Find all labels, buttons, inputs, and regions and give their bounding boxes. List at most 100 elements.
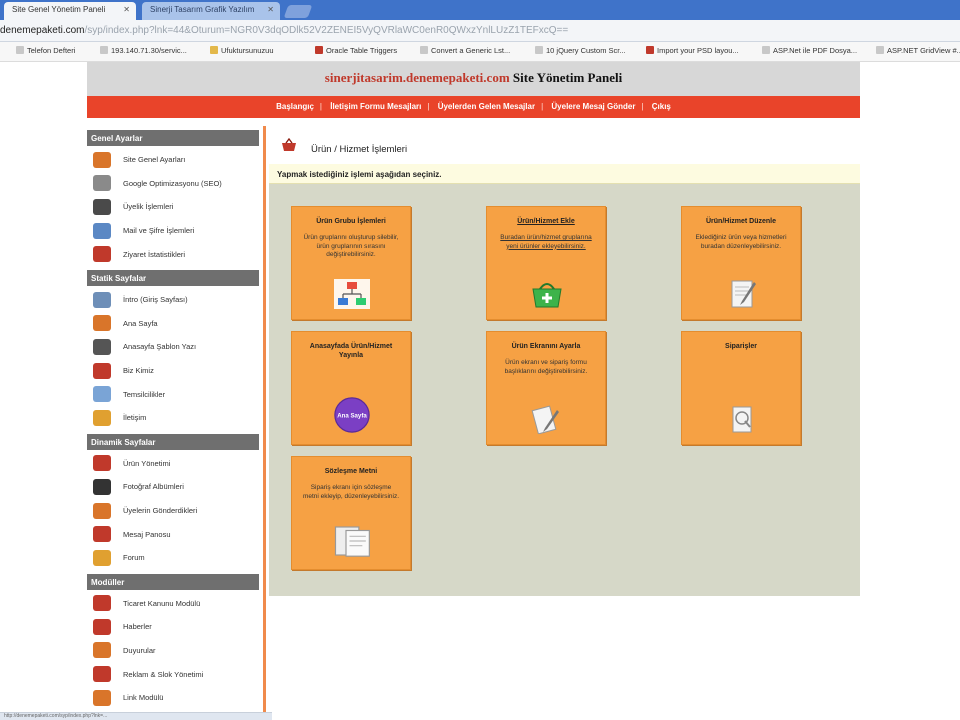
card-description: Sipariş ekranı için sözleşme metni ekley…	[302, 484, 400, 500]
bookmark-item[interactable]: Convert a Generic Lst...	[420, 46, 510, 55]
sidebar-item[interactable]: Google Optimizasyonu (SEO)	[87, 172, 259, 196]
menu-send-message[interactable]: Üyelere Mesaj Gönder	[551, 102, 635, 111]
card-title: Siparişler	[725, 343, 757, 350]
users-icon	[93, 198, 111, 215]
sidebar-section-static: Statik Sayfalar	[87, 269, 259, 286]
sidebar-item-label: Haberler	[123, 622, 152, 632]
sidebar-item[interactable]: Fotoğraf Albümleri	[87, 475, 259, 499]
card-orders[interactable]: Siparişler	[681, 331, 801, 445]
orders-icon	[732, 406, 752, 433]
sidebar-item-label: Forum	[123, 553, 145, 563]
bookmark-icon	[420, 46, 428, 54]
representatives-icon	[93, 386, 111, 403]
menu-baslangic[interactable]: Başlangıç	[276, 102, 314, 111]
sidebar-item[interactable]: Link Modülü	[87, 686, 259, 710]
sidebar-item[interactable]: Mesaj Panosu	[87, 522, 259, 546]
sidebar-item-label: Duyurular	[123, 645, 156, 655]
sidebar-item-label: Link Modülü	[123, 693, 164, 703]
browser-tab-active[interactable]: Site Genel Yönetim Paneli ✕	[4, 2, 136, 20]
sidebar-item[interactable]: Biz Kimiz	[87, 359, 259, 383]
sidebar-item[interactable]: Ürün Yönetimi	[87, 452, 259, 476]
bookmark-item[interactable]: ASP.NET GridView #...	[876, 46, 960, 55]
card-title: Sözleşme Metni	[324, 468, 378, 475]
sitemap-icon	[334, 279, 370, 309]
sidebar-item-label: Üyelerin Gönderdikleri	[123, 506, 198, 516]
settings-document-icon	[531, 405, 559, 434]
close-tab-icon[interactable]: ✕	[267, 5, 274, 14]
bookmark-icon	[876, 46, 884, 54]
menu-separator: |	[641, 102, 644, 111]
camera-icon	[93, 478, 111, 495]
mail-icon	[93, 222, 111, 239]
menu-separator: |	[427, 102, 430, 111]
sidebar-item[interactable]: İletişim	[87, 406, 259, 430]
card-title: Ürün Ekranını Ayarla	[511, 343, 581, 350]
bookmark-label: 10 jQuery Custom Scr...	[546, 46, 626, 55]
edit-document-icon	[731, 280, 756, 308]
sidebar-item[interactable]: Ana Sayfa	[87, 312, 259, 336]
menu-member-messages[interactable]: Üyelerden Gelen Mesajlar	[438, 102, 535, 111]
content-header: Ürün / Hizmet İşlemleri	[269, 126, 860, 164]
browser-tab-inactive[interactable]: Sinerji Tasarım Grafik Yazılım ✕	[142, 2, 280, 20]
bookmark-label: Telefon Defteri	[27, 46, 76, 55]
card-edit-product[interactable]: Ürün/Hizmet Düzenle Eklediğiniz ürün vey…	[681, 206, 801, 320]
bookmark-item[interactable]: 10 jQuery Custom Scr...	[535, 46, 626, 55]
sidebar-item-label: Ana Sayfa	[123, 318, 158, 328]
card-product-groups[interactable]: Ürün Grubu İşlemleri Ürün gruplarını olu…	[291, 206, 411, 320]
books-icon	[93, 362, 111, 379]
address-bar[interactable]: denemepaketi.com/syp/index.php?lnk=44&Ot…	[0, 20, 960, 42]
basket-icon	[93, 455, 111, 472]
sidebar-item-label: Google Optimizasyonu (SEO)	[123, 178, 222, 188]
bookmark-icon	[100, 46, 108, 54]
menu-logout[interactable]: Çıkış	[652, 102, 671, 111]
close-tab-icon[interactable]: ✕	[123, 5, 130, 14]
bookmark-icon	[16, 46, 24, 54]
sidebar-item[interactable]: Üyelerin Gönderdikleri	[87, 499, 259, 523]
bookmark-item[interactable]: Telefon Defteri	[16, 46, 75, 55]
sidebar-section-general: Genel Ayarlar	[87, 130, 259, 146]
card-description: Buradan ürün/hizmet gruplarına yeni ürün…	[500, 234, 592, 250]
home-badge-icon: Ana Sayfa	[334, 397, 370, 433]
info-notice: Yapmak istediğiniz işlemi aşağıdan seçin…	[269, 164, 860, 184]
bookmark-item[interactable]: Ufuktursunuzuu	[210, 46, 274, 55]
ads-icon	[93, 666, 111, 683]
card-product-screen-settings[interactable]: Ürün Ekranını Ayarla Ürün ekranı ve sipa…	[486, 331, 606, 445]
sidebar-item-label: Mesaj Panosu	[123, 529, 171, 539]
menu-contact-messages[interactable]: İletişim Formu Mesajları	[330, 102, 421, 111]
bookmark-item[interactable]: ASP.Net ile PDF Dosya...	[762, 46, 857, 55]
card-title: Ürün Grubu İşlemleri	[316, 218, 386, 225]
sidebar-item[interactable]: Ziyaret İstatistikleri	[87, 242, 259, 266]
panel-name: Site Yönetim Paneli	[512, 70, 623, 85]
sidebar-item[interactable]: Forum	[87, 546, 259, 570]
card-contract-text[interactable]: Sözleşme Metni Sipariş ekranı için sözle…	[291, 456, 411, 570]
sidebar-item[interactable]: Ticaret Kanunu Modülü	[87, 592, 259, 616]
bookmark-item[interactable]: Import your PSD layou...	[646, 46, 739, 55]
sidebar-item-label: İntro (Giriş Sayfası)	[123, 295, 188, 305]
sidebar-item-label: Temsilcilikler	[123, 389, 166, 399]
sidebar-item[interactable]: Duyurular	[87, 639, 259, 663]
card-description: Ürün gruplarını oluşturup silebilir, ürü…	[303, 234, 399, 258]
sidebar-item[interactable]: Haberler	[87, 615, 259, 639]
url-text[interactable]: denemepaketi.com/syp/index.php?lnk=44&Ot…	[0, 25, 568, 36]
sidebar-item[interactable]: Mail ve Şifre İşlemleri	[87, 219, 259, 243]
sidebar-item[interactable]: İntro (Giriş Sayfası)	[87, 288, 259, 312]
sidebar-item[interactable]: Üyelik İşlemleri	[87, 195, 259, 219]
page-title: sinerjitasarim.denemepaketi.com Site Yön…	[87, 62, 860, 94]
sidebar-item[interactable]: Site Genel Ayarları	[87, 148, 259, 172]
sidebar-item[interactable]: Reklam & Slok Yönetimi	[87, 662, 259, 686]
bookmark-item[interactable]: Oracle Table Triggers	[315, 46, 397, 55]
sidebar-item[interactable]: Temsilcilikler	[87, 382, 259, 406]
sidebar-item[interactable]: Anasayfa Şablon Yazı	[87, 335, 259, 359]
card-publish-homepage[interactable]: Anasayfada Ürün/Hizmet Yayınla Ana Sayfa	[291, 331, 411, 445]
magnifier-icon	[93, 175, 111, 192]
sidebar-item-label: Fotoğraf Albümleri	[123, 482, 184, 492]
youtube-icon	[646, 46, 654, 54]
intro-icon	[93, 291, 111, 308]
card-add-product[interactable]: Ürün/Hizmet Ekle Buradan ürün/hizmet gru…	[486, 206, 606, 320]
new-tab-button[interactable]	[283, 5, 313, 18]
sidebar: Genel Ayarlar Site Genel Ayarları Google…	[87, 126, 259, 720]
sidebar-item-label: Mail ve Şifre İşlemleri	[123, 226, 195, 236]
browser-tab-bar: Site Genel Yönetim Paneli ✕ Sinerji Tasa…	[0, 0, 960, 20]
sidebar-item-label: Ürün Yönetimi	[123, 458, 171, 468]
bookmark-item[interactable]: 193.140.71.30/servic...	[100, 46, 187, 55]
